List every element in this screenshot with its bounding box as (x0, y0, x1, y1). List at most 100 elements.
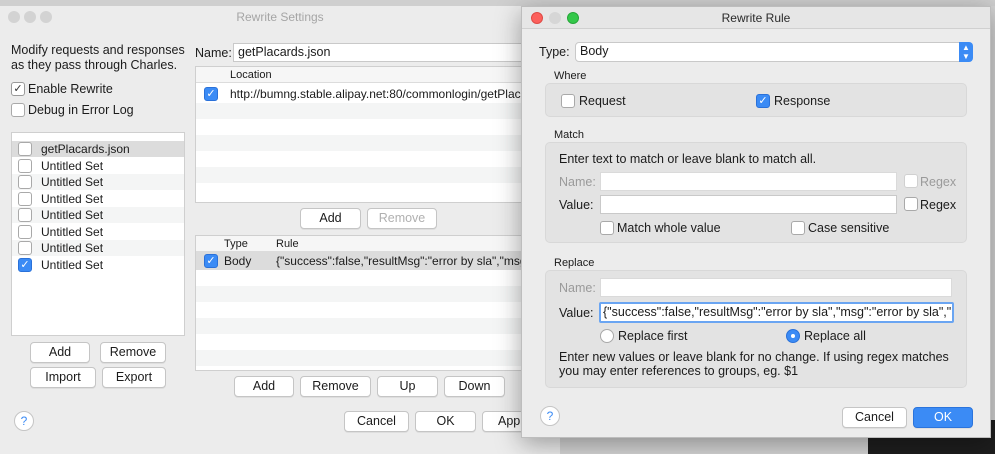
rules-header: Type Rule (196, 236, 534, 252)
set-enabled-checkbox[interactable] (18, 224, 32, 239)
match-name-field[interactable] (600, 172, 897, 191)
set-enabled-checkbox[interactable] (18, 175, 32, 189)
settings-cancel-button[interactable]: Cancel (344, 411, 409, 432)
set-list-item[interactable]: ✓ Untitled Set (12, 256, 184, 273)
set-list-item[interactable]: Untitled Set (12, 223, 184, 240)
enable-rewrite-checkbox[interactable]: ✓ (11, 82, 25, 96)
settings-ok-button[interactable]: OK (415, 411, 476, 432)
set-name-field[interactable]: getPlacards.json (233, 43, 533, 62)
rule-row[interactable]: ✓ Body {"success":false,"resultMsg":"err… (196, 252, 534, 270)
replace-value-label: Value: (559, 306, 594, 320)
match-value-field[interactable] (600, 195, 897, 214)
rules-add-button[interactable]: Add (234, 376, 294, 397)
set-name-label: getPlacards.json (41, 142, 130, 156)
replace-all-label: Replace all (804, 329, 866, 343)
set-name-label: Untitled Set (41, 224, 104, 239)
close-icon[interactable] (531, 12, 543, 24)
replace-label: Replace (554, 257, 595, 269)
set-enabled-checkbox[interactable] (18, 191, 32, 206)
settings-titlebar: Rewrite Settings (0, 6, 560, 28)
case-sensitive-label: Case sensitive (808, 221, 890, 235)
empty-row (196, 350, 534, 366)
export-button[interactable]: Export (102, 367, 166, 388)
rule-ok-button[interactable]: OK (913, 407, 973, 428)
replace-name-field[interactable] (600, 278, 952, 297)
rule-header-label: Rule (276, 238, 299, 250)
rule-cancel-button[interactable]: Cancel (842, 407, 907, 428)
replace-hint-line-2: you may enter references to groups, eg. … (559, 364, 799, 378)
replace-all-radio[interactable] (786, 329, 800, 343)
set-list-item[interactable]: Untitled Set (12, 240, 184, 256)
set-list-item[interactable]: Untitled Set (12, 207, 184, 223)
minimize-icon[interactable] (24, 11, 36, 23)
set-list-item[interactable]: getPlacards.json (12, 141, 184, 157)
replace-first-radio[interactable] (600, 329, 614, 343)
match-name-regex-label: Regex (920, 175, 957, 189)
where-label: Where (554, 70, 587, 82)
rules-table: Type Rule ✓ Body {"success":false,"resul… (195, 235, 535, 371)
response-label: Response (774, 94, 831, 108)
location-enabled-checkbox[interactable]: ✓ (204, 87, 218, 101)
sets-add-button[interactable]: Add (30, 342, 90, 363)
match-value-label: Value: (559, 198, 594, 212)
match-value-regex-checkbox[interactable] (904, 197, 918, 211)
type-select[interactable]: Body (575, 42, 972, 62)
zoom-icon[interactable] (40, 11, 52, 23)
set-list-item[interactable]: Untitled Set (12, 174, 184, 190)
import-button[interactable]: Import (30, 367, 96, 388)
response-checkbox[interactable]: ✓ (756, 94, 770, 108)
type-header-label: Type (224, 238, 248, 250)
location-url: http://bumng.stable.alipay.net:80/common… (230, 87, 531, 101)
close-icon[interactable] (8, 11, 20, 23)
set-enabled-checkbox[interactable] (18, 142, 32, 156)
empty-row (196, 318, 534, 334)
location-row[interactable]: ✓ http://bumng.stable.alipay.net:80/comm… (196, 85, 534, 103)
location-remove-button[interactable]: Remove (367, 208, 437, 229)
rules-remove-button[interactable]: Remove (300, 376, 371, 397)
type-label: Type: (539, 45, 570, 59)
name-label: Name: (195, 46, 232, 60)
set-name-label: Untitled Set (41, 191, 104, 206)
set-enabled-checkbox[interactable] (18, 158, 32, 173)
replace-value-field[interactable]: {"success":false,"resultMsg":"error by s… (599, 302, 954, 323)
rule-title: Rewrite Rule (721, 11, 791, 25)
settings-help-button[interactable]: ? (14, 411, 34, 431)
match-whole-checkbox[interactable] (600, 221, 614, 235)
rules-up-button[interactable]: Up (377, 376, 438, 397)
set-enabled-checkbox[interactable] (18, 208, 32, 222)
location-add-button[interactable]: Add (300, 208, 361, 229)
zoom-icon[interactable] (567, 12, 579, 24)
empty-row (196, 167, 534, 183)
type-select-value: Body (580, 44, 609, 58)
request-checkbox[interactable] (561, 94, 575, 108)
set-enabled-checkbox[interactable] (18, 241, 32, 255)
set-list-item[interactable]: Untitled Set (12, 190, 184, 207)
set-name-label: Untitled Set (41, 257, 104, 272)
match-value-regex-label: Regex (920, 198, 957, 212)
debug-log-label: Debug in Error Log (28, 103, 134, 117)
match-whole-label: Match whole value (617, 221, 721, 235)
replace-hint-line-1: Enter new values or leave blank for no c… (559, 350, 949, 364)
rules-down-button[interactable]: Down (444, 376, 505, 397)
rule-help-button[interactable]: ? (540, 406, 560, 426)
settings-title: Rewrite Settings (236, 10, 324, 24)
empty-row (196, 286, 534, 302)
set-list-item[interactable]: Untitled Set (12, 157, 184, 174)
intro-text: Modify requests and responses as they pa… (11, 43, 185, 72)
set-enabled-checkbox[interactable]: ✓ (18, 257, 32, 272)
sets-remove-button[interactable]: Remove (100, 342, 166, 363)
select-arrows-icon[interactable]: ▲ ▼ (959, 42, 973, 62)
rule-text: {"success":false,"resultMsg":"error by s… (276, 254, 534, 268)
minimize-icon[interactable] (549, 12, 561, 24)
sets-list: getPlacards.json Untitled Set Untitled Set… (11, 132, 185, 336)
set-name-label: Untitled Set (41, 208, 104, 222)
match-hint: Enter text to match or leave blank to ma… (559, 152, 817, 166)
case-sensitive-checkbox[interactable] (791, 221, 805, 235)
rule-titlebar: Rewrite Rule (522, 7, 990, 29)
empty-row (196, 135, 534, 151)
match-name-regex-checkbox[interactable] (904, 174, 918, 188)
rule-enabled-checkbox[interactable]: ✓ (204, 254, 218, 268)
match-name-label: Name: (559, 175, 596, 189)
debug-log-checkbox[interactable] (11, 103, 25, 117)
location-header: Location (196, 67, 534, 83)
